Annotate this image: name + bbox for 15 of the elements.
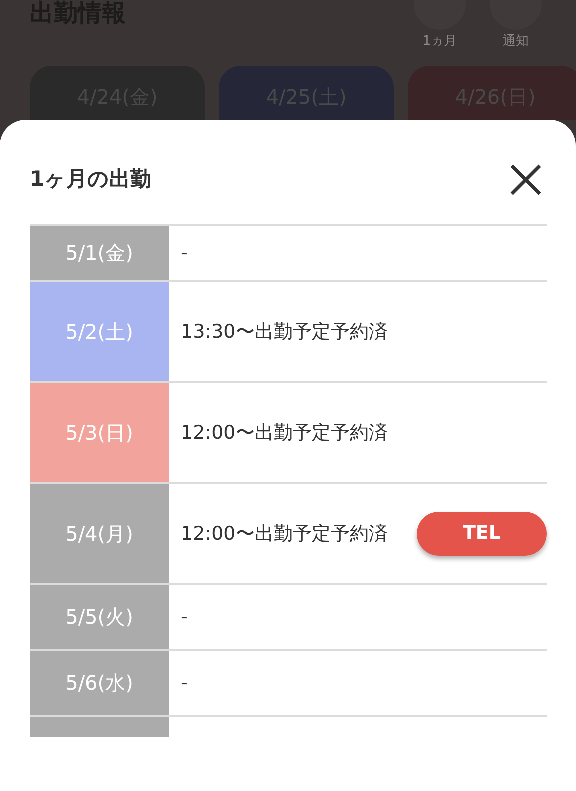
schedule-text: 12:00〜出勤予定予約済 [181, 420, 389, 446]
date-cell: 5/2(土) [30, 282, 169, 381]
modal-title: 1ヶ月の出勤 [30, 166, 152, 194]
date-cell: 5/1(金) [30, 226, 169, 280]
schedule-text: - [181, 241, 189, 266]
date-cell: 5/4(月) [30, 484, 169, 583]
close-icon[interactable] [510, 164, 542, 196]
schedule-text: - [181, 605, 189, 630]
tel-button[interactable]: TEL [417, 512, 547, 556]
date-cell: 5/5(火) [30, 585, 169, 649]
date-cell: 5/3(日) [30, 383, 169, 482]
schedule-text: 13:30〜出勤予定予約済 [181, 320, 389, 344]
schedule-text: 12:00〜出勤予定予約済 [181, 522, 389, 546]
date-cell: 5/6(水) [30, 651, 169, 715]
schedule-text: - [181, 671, 189, 696]
